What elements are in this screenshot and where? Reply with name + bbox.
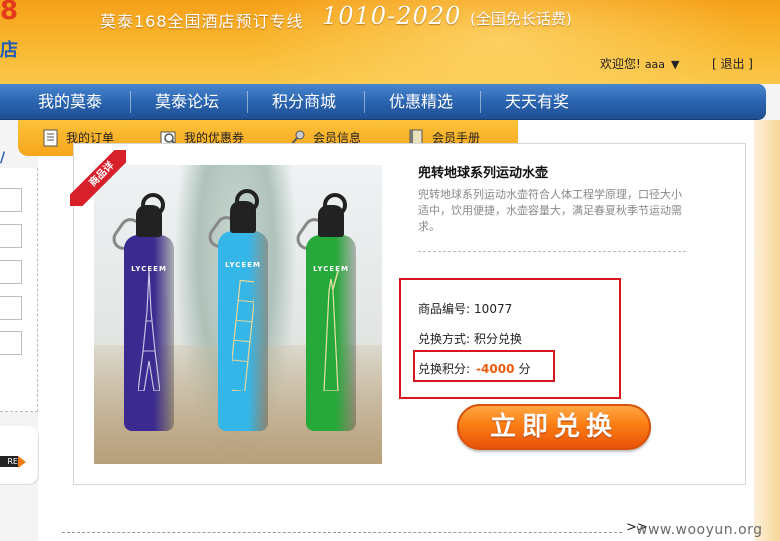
sidebar-input-1[interactable]	[0, 188, 22, 212]
bottle-cap	[136, 193, 165, 237]
ribbon-label: 商品详	[70, 150, 126, 206]
sidebar-input-4[interactable]	[0, 296, 22, 320]
bottle-blue: LYCEEM	[218, 189, 268, 431]
bottle-brand: LYCEEM	[225, 261, 261, 269]
exchange-method-row: 兑换方式: 积分兑换	[418, 330, 522, 347]
order-icon	[42, 129, 60, 147]
watermark: www.wooyun.org	[636, 522, 763, 538]
hotline-lead: 莫泰168全国酒店预订专线	[100, 12, 304, 31]
bottle-cap	[230, 189, 259, 233]
logo-text[interactable]: 店	[0, 36, 18, 62]
exchange-points-label: 兑换积分:	[418, 362, 471, 376]
nav-item-daily-prize[interactable]: 天天有奖	[480, 91, 593, 113]
welcome-label: 欢迎您!	[600, 57, 641, 71]
bottle-purple: LYCEEM	[124, 193, 174, 431]
hotline-note: (全国免长话费)	[470, 10, 572, 28]
footer-divider	[62, 532, 622, 533]
sidebar-input-2[interactable]	[0, 224, 22, 248]
top-header: 8 店 莫泰168全国酒店预订专线 1010-2020 (全国免长话费) 欢迎您…	[0, 0, 780, 84]
sidebar-input-3[interactable]	[0, 260, 22, 284]
product-code-value: 10077	[474, 302, 513, 316]
exchange-points-value: -4000	[476, 362, 515, 376]
bottle-cap	[318, 193, 347, 237]
product-description: 兜转地球系列运动水壶符合人体工程学原理，口径大小适中，饮用便捷，水壶容量大，满足…	[418, 188, 682, 233]
exchange-method-value: 积分兑换	[474, 332, 523, 346]
statue-of-liberty-icon	[323, 271, 339, 391]
redeem-now-button[interactable]: 立即兑换	[457, 404, 651, 450]
product-title: 兜转地球系列运动水壶	[418, 166, 549, 181]
bottle-green: LYCEEM	[306, 193, 356, 431]
logo-number[interactable]: 8	[0, 0, 18, 26]
product-code-label: 商品编号:	[418, 302, 471, 316]
eiffel-tower-icon	[138, 271, 160, 391]
logout-link[interactable]: [ 退出 ]	[712, 55, 753, 72]
right-edge-decoration	[754, 120, 780, 541]
exchange-method-label: 兑换方式:	[418, 332, 471, 346]
sidebar-header-glyph: /	[0, 150, 6, 166]
nav-item-points-mall[interactable]: 积分商城	[247, 91, 360, 113]
username: aaa	[644, 58, 666, 71]
exchange-points-unit: 分	[518, 362, 531, 376]
product-detail-ribbon: 商品详	[70, 150, 126, 206]
nav-item-my-motel[interactable]: 我的莫泰	[14, 91, 126, 113]
sidebar-input-5[interactable]	[0, 331, 22, 355]
nav-item-deals[interactable]: 优惠精选	[364, 91, 477, 113]
sidebar-promo-box	[0, 426, 38, 484]
hotline-number: 1010-2020	[322, 2, 462, 30]
sidebar-more-badge[interactable]: RE	[0, 456, 18, 467]
leaning-tower-icon	[232, 279, 254, 391]
exchange-points-row: 兑换积分: -4000 分	[418, 360, 530, 377]
product-image: LYCEEM LYCEEM LYCEEM	[94, 165, 382, 464]
sidebar-more-arrow-icon[interactable]	[18, 456, 26, 468]
nav-item-forum[interactable]: 莫泰论坛	[130, 91, 243, 113]
chevron-down-icon[interactable]: ▼	[671, 58, 679, 71]
description-divider	[418, 251, 686, 252]
main-nav: 我的莫泰 莫泰论坛 积分商城 优惠精选 天天有奖	[0, 84, 766, 120]
welcome-user[interactable]: 欢迎您! aaa ▼	[600, 55, 680, 72]
product-code-row: 商品编号: 10077	[418, 300, 512, 317]
